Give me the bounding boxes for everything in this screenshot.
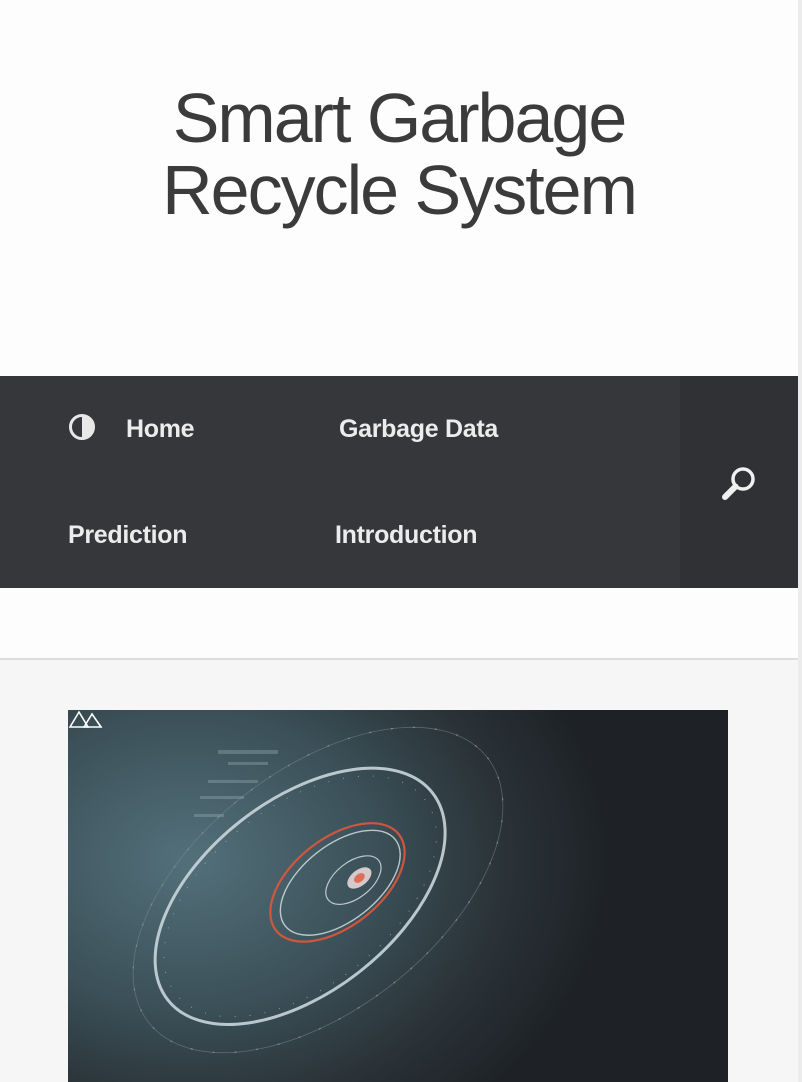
nav-item-prediction[interactable]: Prediction	[68, 520, 188, 550]
search-icon	[722, 467, 755, 500]
page: Smart Garbage Recycle System Home Garbag…	[0, 0, 802, 1082]
site-title[interactable]: Smart Garbage Recycle System	[0, 82, 798, 226]
hero-image	[68, 710, 728, 1082]
main-navigation	[0, 376, 680, 588]
site-title-line-1[interactable]: Smart Garbage	[0, 82, 798, 154]
nav-item-home[interactable]: Home	[126, 414, 195, 444]
nav-item-prediction-label: Prediction	[68, 521, 188, 549]
sub-header-bar	[0, 588, 798, 660]
ad-logo	[68, 710, 103, 728]
page-edge	[798, 0, 802, 1082]
nav-item-home-label: Home	[126, 415, 195, 443]
half-circle-icon[interactable]	[68, 413, 96, 441]
nav-item-garbage-data-label: Garbage Data	[339, 415, 498, 443]
site-header: Smart Garbage Recycle System	[0, 0, 798, 376]
nav-item-introduction[interactable]: Introduction	[335, 520, 478, 550]
nav-item-introduction-label: Introduction	[335, 521, 478, 549]
site-title-line-2[interactable]: Recycle System	[0, 154, 798, 226]
search-button[interactable]	[680, 376, 798, 588]
hud-dial-illustration	[132, 726, 504, 1054]
nav-item-garbage-data[interactable]: Garbage Data	[339, 414, 498, 444]
